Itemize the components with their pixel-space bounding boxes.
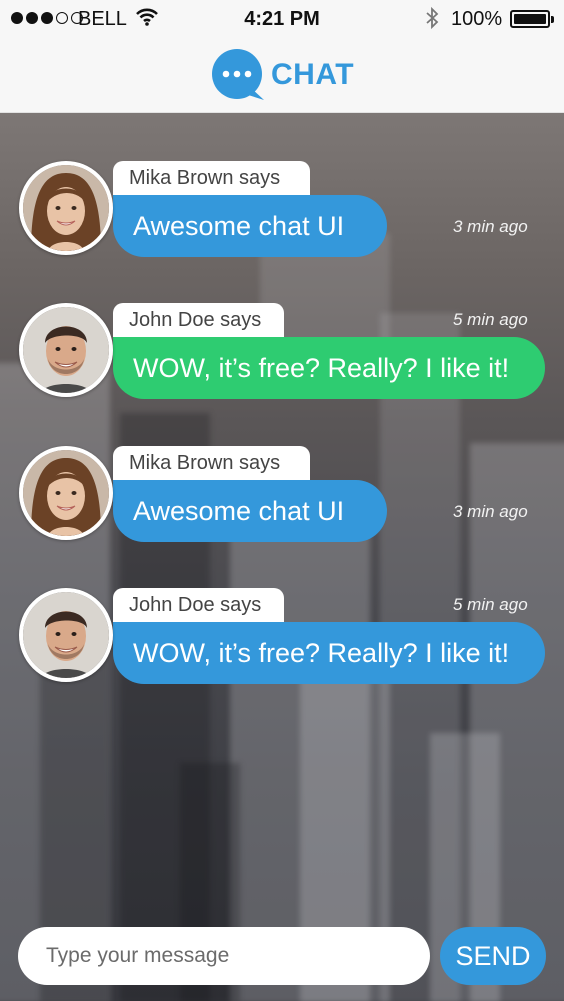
message-timestamp: 5 min ago — [453, 595, 528, 614]
battery-icon — [510, 10, 554, 28]
send-button[interactable]: SEND — [440, 927, 546, 985]
sender-name: Mika Brown says — [113, 446, 310, 482]
message-item: John Doe says 5 min ago WOW, it’s free? … — [0, 588, 564, 708]
app-logo: CHAT — [211, 48, 354, 102]
message-timestamp: 3 min ago — [453, 217, 528, 236]
message-item: Mika Brown says Awesome chat UI 3 min ag… — [0, 161, 564, 281]
sender-name: John Doe says — [113, 588, 284, 624]
female-avatar[interactable] — [19, 446, 113, 540]
message-bubble: Awesome chat UI — [113, 195, 387, 257]
male-avatar[interactable] — [19, 588, 113, 682]
message-bubble: Awesome chat UI — [113, 480, 387, 542]
message-bubble: WOW, it’s free? Really? I like it! — [113, 337, 545, 399]
message-bubble: WOW, it’s free? Really? I like it! — [113, 622, 545, 684]
battery-percent: 100% — [451, 8, 503, 30]
message-item: John Doe says 5 min ago WOW, it’s free? … — [0, 303, 564, 423]
bluetooth-icon — [424, 6, 440, 36]
sender-name: Mika Brown says — [113, 161, 310, 197]
male-avatar[interactable] — [19, 303, 113, 397]
status-bar: BELL 4:21 PM 100% — [0, 0, 564, 38]
app-title: CHAT — [271, 58, 355, 91]
top-bar: BELL 4:21 PM 100% CHAT — [0, 0, 564, 113]
chat-bubble-icon — [211, 48, 265, 102]
message-input[interactable] — [18, 927, 430, 985]
message-item: Mika Brown says Awesome chat UI 3 min ag… — [0, 446, 564, 566]
message-timestamp: 3 min ago — [453, 502, 528, 521]
female-avatar[interactable] — [19, 161, 113, 255]
sender-name: John Doe says — [113, 303, 284, 339]
message-timestamp: 5 min ago — [453, 310, 528, 329]
